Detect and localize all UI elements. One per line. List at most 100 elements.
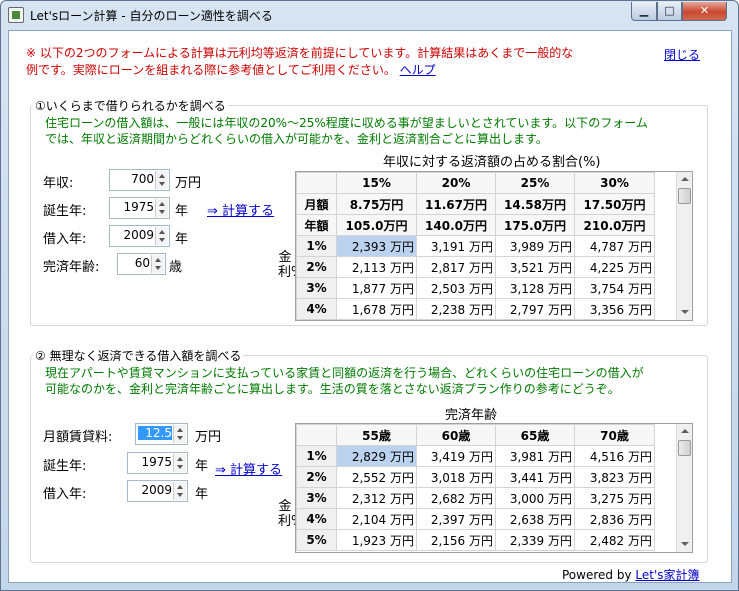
table-row[interactable]: 3% 2,312 万円 2,682 万円 3,000 万円 3,275 万円: [296, 487, 655, 509]
scroll-up-icon[interactable]: [677, 424, 692, 439]
amount-cell[interactable]: 2,104 万円: [336, 508, 417, 530]
grid1-scrollbar[interactable]: [676, 172, 692, 320]
amount-cell[interactable]: 4,787 万円: [574, 235, 655, 257]
calculate-link-2[interactable]: ⇒ 計算する: [215, 459, 282, 478]
maximize-button[interactable]: □: [657, 2, 682, 21]
amount-cell[interactable]: 2,552 万円: [336, 466, 417, 488]
rate-row-header[interactable]: 4%: [296, 508, 337, 530]
amount-cell[interactable]: 2,113 万円: [336, 256, 417, 278]
amount-cell[interactable]: 3,441 万円: [495, 466, 575, 488]
spin-arrows-icon[interactable]: [173, 454, 186, 472]
amount-cell[interactable]: 3,018 万円: [416, 466, 496, 488]
amount-cell[interactable]: 3,754 万円: [574, 277, 655, 299]
amount-cell[interactable]: 3,128 万円: [495, 277, 575, 299]
birth-year-2-input[interactable]: 1975: [127, 452, 188, 474]
amount-cell[interactable]: 2,503 万円: [416, 277, 496, 299]
minimize-button[interactable]: ▁: [631, 2, 657, 21]
table-row[interactable]: 3% 1,877 万円 2,503 万円 3,128 万円 3,754 万円: [296, 277, 655, 299]
amount-cell[interactable]: 3,191 万円: [416, 235, 496, 257]
monthly-rent-unit: 万円: [195, 430, 222, 445]
summary-row: 年額 105.0万円 140.0万円 175.0万円 210.0万円: [296, 214, 655, 236]
borrow-capacity-grid[interactable]: 15% 20% 25% 30% 月額 8.75万円 11.67万円 14.58万円 17.50万…: [295, 171, 693, 321]
amount-cell[interactable]: 2,339 万円: [495, 529, 575, 551]
amount-cell[interactable]: 3,419 万円: [416, 445, 496, 467]
amount-cell[interactable]: 1,923 万円: [336, 529, 417, 551]
scroll-up-icon[interactable]: [677, 172, 692, 187]
rate-row-header[interactable]: 3%: [296, 277, 337, 299]
grid2-table: 55歳 60歳 65歳 70歳 1% 2,829 万円 3,419 万円 3,981 万円 4,…: [296, 424, 655, 551]
calculate-link-1[interactable]: ⇒ 計算する: [207, 200, 274, 219]
amount-cell[interactable]: 2,638 万円: [495, 508, 575, 530]
payoff-age-input[interactable]: 60: [117, 253, 166, 275]
amount-cell[interactable]: 3,000 万円: [495, 487, 575, 509]
amount-cell[interactable]: 2,397 万円: [416, 508, 496, 530]
rate-row-header[interactable]: 2%: [296, 256, 337, 278]
scroll-down-icon[interactable]: [677, 305, 692, 320]
borrow-year-2-input[interactable]: 2009: [127, 480, 188, 502]
birth-year-input[interactable]: 1975: [109, 197, 170, 219]
amount-cell[interactable]: 2,829 万円: [336, 445, 417, 467]
amount-cell[interactable]: 3,981 万円: [495, 445, 575, 467]
amount-cell[interactable]: 3,823 万円: [574, 466, 655, 488]
affordable-loan-grid[interactable]: 55歳 60歳 65歳 70歳 1% 2,829 万円 3,419 万円 3,981 万円 4,…: [295, 423, 693, 553]
title-bar[interactable]: Let'sローン計算 - 自分のローン適性を調べる ▁ □ ✕: [1, 1, 738, 29]
amount-cell[interactable]: 3,275 万円: [574, 487, 655, 509]
spin-arrows-icon[interactable]: [155, 227, 168, 245]
table-row[interactable]: 2% 2,113 万円 2,817 万円 3,521 万円 4,225 万円: [296, 256, 655, 278]
amount-cell[interactable]: 1,678 万円: [336, 298, 417, 320]
borrow-year-input[interactable]: 2009: [109, 225, 170, 247]
spin-arrows-icon[interactable]: [155, 171, 168, 189]
amount-cell[interactable]: 2,238 万円: [416, 298, 496, 320]
amount-cell[interactable]: 2,482 万円: [574, 529, 655, 551]
spin-arrows-icon[interactable]: [151, 255, 164, 273]
annual-income-input[interactable]: 700: [109, 169, 170, 191]
summary-row-label: 年額: [296, 214, 337, 236]
app-icon: [8, 7, 24, 23]
monthly-rent-input[interactable]: 12.5: [135, 423, 188, 445]
table-row[interactable]: 4% 1,678 万円 2,238 万円 2,797 万円 3,356 万円: [296, 298, 655, 320]
rate-row-header[interactable]: 5%: [296, 529, 337, 551]
close-window-button[interactable]: ✕: [682, 2, 727, 21]
birth-year-value: 1975: [123, 200, 154, 214]
scroll-thumb[interactable]: [678, 188, 691, 204]
amount-cell[interactable]: 2,393 万円: [336, 235, 417, 257]
table-row[interactable]: 2% 2,552 万円 3,018 万円 3,441 万円 3,823 万円: [296, 466, 655, 488]
amount-cell[interactable]: 2,312 万円: [336, 487, 417, 509]
summary-cell: 14.58万円: [495, 193, 575, 215]
table-row[interactable]: 1% 2,829 万円 3,419 万円 3,981 万円 4,516 万円: [296, 445, 655, 467]
rate-row-header[interactable]: 1%: [296, 235, 337, 257]
close-link[interactable]: 閉じる: [664, 46, 700, 63]
amount-cell[interactable]: 4,516 万円: [574, 445, 655, 467]
help-link[interactable]: ヘルプ: [400, 63, 436, 77]
amount-cell[interactable]: 2,836 万円: [574, 508, 655, 530]
lets-kakeibo-link[interactable]: Let's家計簿: [635, 568, 699, 582]
amount-cell[interactable]: 2,797 万円: [495, 298, 575, 320]
scroll-down-icon[interactable]: [677, 537, 692, 552]
summary-cell: 210.0万円: [574, 214, 655, 236]
amount-cell[interactable]: 3,989 万円: [495, 235, 575, 257]
amount-cell[interactable]: 3,356 万円: [574, 298, 655, 320]
payoff-age-unit: 歳: [169, 260, 183, 275]
grid2-row-axis-label: 金利%: [278, 499, 304, 529]
grid2-scrollbar[interactable]: [676, 424, 692, 552]
rate-row-header[interactable]: 3%: [296, 487, 337, 509]
spin-arrows-icon[interactable]: [155, 199, 168, 217]
amount-cell[interactable]: 1,877 万円: [336, 277, 417, 299]
rate-row-header[interactable]: 2%: [296, 466, 337, 488]
amount-cell[interactable]: 2,156 万円: [416, 529, 496, 551]
amount-cell[interactable]: 2,817 万円: [416, 256, 496, 278]
table-row[interactable]: 5% 1,923 万円 2,156 万円 2,339 万円 2,482 万円: [296, 529, 655, 551]
column-header: 25%: [495, 172, 575, 194]
amount-cell[interactable]: 2,682 万円: [416, 487, 496, 509]
table-row[interactable]: 4% 2,104 万円 2,397 万円 2,638 万円 2,836 万円: [296, 508, 655, 530]
rate-row-header[interactable]: 1%: [296, 445, 337, 467]
table-row[interactable]: 1% 2,393 万円 3,191 万円 3,989 万円 4,787 万円: [296, 235, 655, 257]
scroll-thumb[interactable]: [678, 440, 691, 456]
rate-row-header[interactable]: 4%: [296, 298, 337, 320]
annual-income-value: 700: [131, 172, 154, 186]
amount-cell[interactable]: 3,521 万円: [495, 256, 575, 278]
spin-arrows-icon[interactable]: [173, 425, 186, 443]
column-header: 65歳: [495, 424, 575, 446]
spin-arrows-icon[interactable]: [173, 482, 186, 500]
amount-cell[interactable]: 4,225 万円: [574, 256, 655, 278]
